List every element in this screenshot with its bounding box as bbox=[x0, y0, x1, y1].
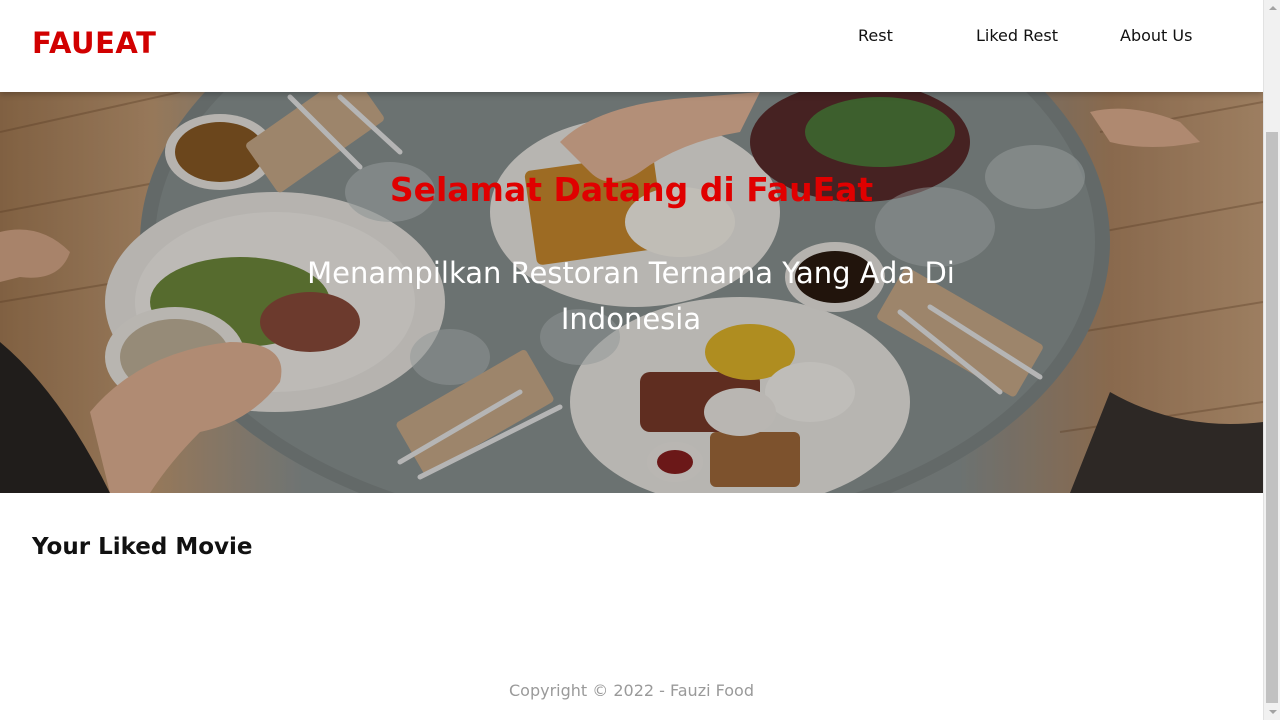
hero-title: Selamat Datang di FauEat bbox=[389, 170, 874, 209]
nav-link-rest[interactable]: Rest bbox=[858, 26, 893, 45]
brand-logo[interactable]: FAUEAT bbox=[32, 26, 156, 60]
nav-link-liked-rest[interactable]: Liked Rest bbox=[976, 26, 1058, 45]
vertical-scrollbar[interactable] bbox=[1263, 0, 1280, 720]
liked-section-title: Your Liked Movie bbox=[32, 534, 253, 560]
hero-banner: Selamat Datang di FauEat Menampilkan Res… bbox=[0, 92, 1263, 493]
app-bar: FAUEAT Rest Liked Rest About Us bbox=[0, 0, 1263, 92]
page: FAUEAT Rest Liked Rest About Us Selamat … bbox=[0, 0, 1263, 720]
hero-subtitle: Menampilkan Restoran Ternama Yang Ada Di… bbox=[307, 256, 955, 336]
scroll-up-arrow-icon[interactable] bbox=[1264, 0, 1280, 17]
scrollbar-thumb[interactable] bbox=[1266, 132, 1278, 703]
footer-copyright: Copyright © 2022 - Fauzi Food bbox=[509, 681, 754, 700]
scroll-down-arrow-icon[interactable] bbox=[1264, 703, 1280, 720]
nav-link-about-us[interactable]: About Us bbox=[1120, 26, 1192, 45]
